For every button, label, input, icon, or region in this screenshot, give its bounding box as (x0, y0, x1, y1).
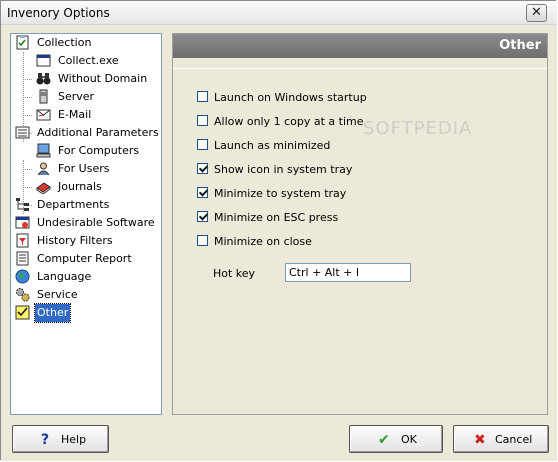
ok-button-label: OK (401, 433, 417, 446)
tree-item-label: For Computers (58, 144, 140, 157)
options-group: Launch on Windows startup Allow only 1 c… (173, 68, 547, 415)
settings-panel: Other SOFTPEDIA Launch on Windows startu… (172, 33, 548, 415)
hotkey-label: Hot key (213, 267, 256, 280)
tree-item-label: Without Domain (58, 72, 148, 85)
hotkey-input[interactable]: Ctrl + Alt + I (285, 263, 411, 282)
binoculars-icon (36, 73, 51, 85)
close-icon: ✕ (531, 5, 542, 20)
tree-item-label: For Users (58, 162, 110, 175)
tree-item-label: Collection (37, 36, 92, 49)
option-label: Allow only 1 copy at a time (214, 115, 364, 128)
tree-item-label: History Filters (37, 234, 113, 247)
options-window: Invenory Options ✕ Collection Collect.ex… (0, 0, 557, 461)
checkbox-checked[interactable] (197, 163, 208, 174)
tree-item-label: Additional Parameters (37, 126, 159, 139)
question-icon: ? (41, 432, 50, 448)
option-label: Minimize on ESC press (214, 211, 339, 224)
report-icon (16, 251, 29, 266)
checklist-icon (16, 35, 29, 50)
undesirable-software-icon (15, 216, 30, 229)
globe-icon (15, 269, 30, 284)
user-icon (37, 162, 50, 176)
tree-item-label: Departments (37, 198, 110, 211)
journals-icon (36, 182, 51, 194)
checkbox-icon (15, 305, 30, 320)
window-title: Invenory Options (7, 6, 110, 20)
option-label: Show icon in system tray (214, 163, 353, 176)
tree-item-label: Server (58, 90, 95, 103)
option-label: Launch on Windows startup (214, 91, 367, 104)
ok-button[interactable]: ✔ OK (349, 425, 443, 453)
tree-item-label: Other (33, 303, 72, 323)
gears-icon (16, 288, 30, 302)
dialog-client: Collection Collect.exe Without Domain Se… (1, 25, 557, 461)
tree-item-label: Service (37, 288, 78, 301)
departments-icon (16, 198, 29, 211)
close-button[interactable]: ✕ (526, 4, 547, 22)
cancel-button-label: Cancel (495, 433, 533, 446)
panel-header: Other (173, 34, 547, 58)
help-button-label: Help (61, 433, 87, 446)
checkbox-checked[interactable] (197, 187, 208, 198)
checkbox[interactable] (197, 115, 208, 126)
computer-icon (36, 143, 51, 158)
options-tree[interactable]: Collection Collect.exe Without Domain Se… (10, 33, 162, 415)
cancel-button[interactable]: ✖ Cancel (453, 425, 549, 453)
checkbox[interactable] (197, 235, 208, 246)
tree-item-label: Computer Report (37, 252, 132, 265)
checkbox[interactable] (197, 91, 208, 102)
help-button[interactable]: ? Help (12, 425, 109, 453)
parameters-icon (15, 126, 30, 139)
tree-item-label: Journals (58, 180, 102, 193)
checkbox[interactable] (197, 139, 208, 150)
tree-item-label: Language (37, 270, 92, 283)
option-label: Minimize on close (214, 235, 312, 248)
checkmark-icon: ✔ (378, 432, 390, 448)
option-label: Launch as minimized (214, 139, 331, 152)
tree-item-label: Undesirable Software (37, 216, 155, 229)
option-label: Minimize to system tray (214, 187, 347, 200)
tree-item-label: Collect.exe (58, 54, 119, 67)
email-icon (36, 109, 51, 121)
panel-title: Other (499, 38, 541, 53)
server-icon (39, 89, 48, 104)
title-bar[interactable]: Invenory Options ✕ (1, 1, 557, 25)
cancel-x-icon: ✖ (474, 432, 486, 448)
checkbox-checked[interactable] (197, 211, 208, 222)
history-filters-icon (16, 233, 29, 248)
tree-item-label: E-Mail (58, 108, 92, 121)
window-icon (36, 54, 51, 67)
